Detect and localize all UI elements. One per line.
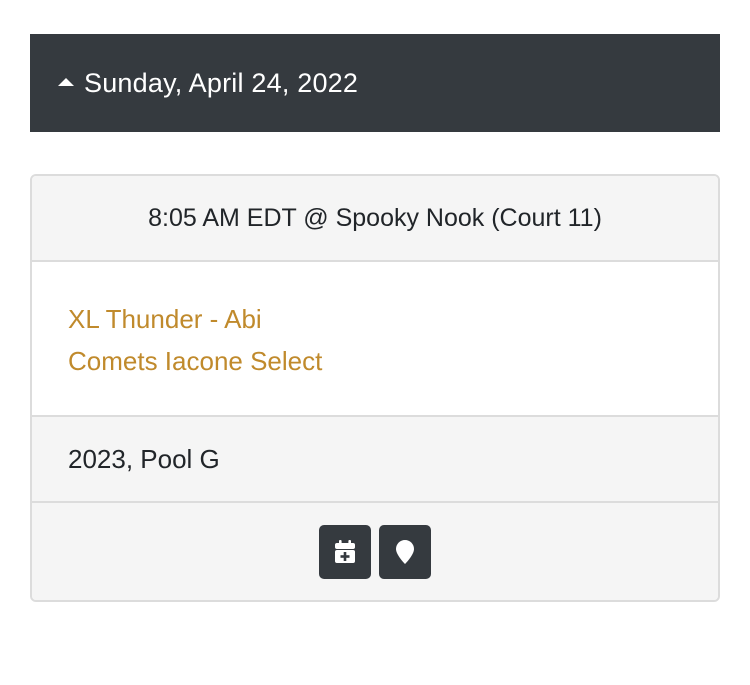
day-collapse-header[interactable]: Sunday, April 24, 2022 (30, 34, 720, 132)
caret-up-icon (58, 78, 74, 86)
game-pool: 2023, Pool G (32, 417, 718, 503)
team-link-home[interactable]: XL Thunder - Abi (68, 298, 718, 340)
game-teams: XL Thunder - Abi Comets Iacone Select (32, 262, 718, 417)
day-date-label: Sunday, April 24, 2022 (84, 67, 359, 98)
add-to-calendar-button[interactable] (319, 524, 371, 579)
game-actions (32, 503, 718, 600)
team-link-away[interactable]: Comets Iacone Select (68, 340, 718, 382)
calendar-plus-icon (335, 539, 355, 563)
page: Sunday, April 24, 2022 8:05 AM EDT @ Spo… (0, 0, 750, 685)
game-card: 8:05 AM EDT @ Spooky Nook (Court 11) XL … (30, 174, 720, 602)
map-marker-icon (396, 539, 414, 564)
game-time-location: 8:05 AM EDT @ Spooky Nook (Court 11) (32, 176, 718, 262)
map-location-button[interactable] (379, 524, 431, 579)
